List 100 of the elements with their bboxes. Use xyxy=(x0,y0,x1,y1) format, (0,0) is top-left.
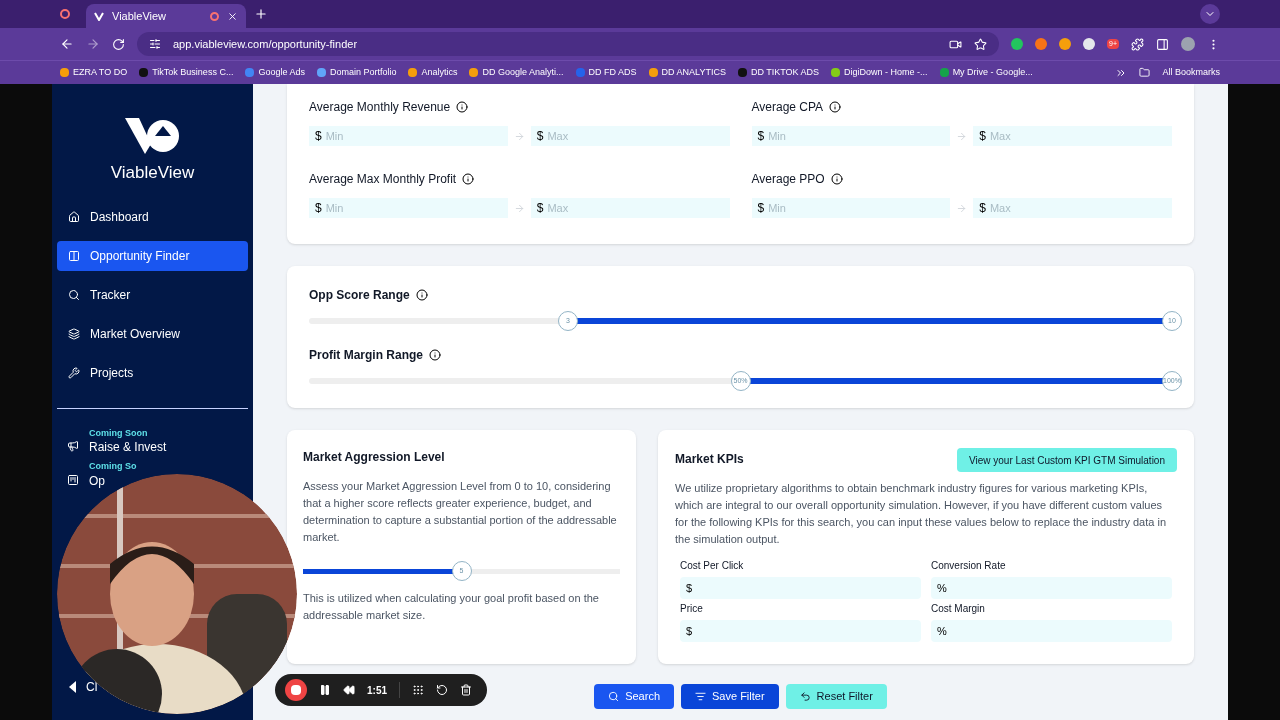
filter-label: Average CPA xyxy=(751,99,824,116)
browser-tab[interactable]: ViableView xyxy=(86,4,246,28)
currency-symbol: $ xyxy=(309,126,326,146)
range-label: Opp Score Range xyxy=(309,287,410,304)
min-field[interactable]: Min xyxy=(768,198,951,218)
layers-icon xyxy=(68,327,80,340)
nav-item[interactable]: Market Overview xyxy=(57,318,248,349)
profile-avatar[interactable] xyxy=(1181,37,1195,51)
currency-symbol: $ xyxy=(530,126,548,146)
info-icon[interactable] xyxy=(830,173,843,185)
bookmark-link[interactable]: Domain Portfolio xyxy=(329,65,397,80)
max-field[interactable]: Max xyxy=(989,126,1172,146)
board-icon xyxy=(67,473,79,486)
unit-symbol: $ xyxy=(680,620,697,642)
extension-icon[interactable] xyxy=(1059,38,1071,50)
bookmark-link[interactable]: My Drive - Google... xyxy=(952,65,1033,80)
extension-icon[interactable] xyxy=(1035,38,1047,50)
field-label: Price xyxy=(680,602,704,616)
bookmark-link[interactable]: Google Ads xyxy=(258,65,305,80)
grid-icon[interactable] xyxy=(412,684,424,696)
field-label: Conversion Rate xyxy=(931,559,1007,573)
brand-name: ViableView xyxy=(110,162,195,184)
field-label: Cost Per Click xyxy=(680,559,745,573)
max-field[interactable]: Max xyxy=(547,126,730,146)
coming-soon-label: Coming Soon xyxy=(89,426,148,440)
undo-icon xyxy=(799,691,811,702)
nav-item[interactable]: Tracker xyxy=(57,279,248,310)
pause-icon[interactable] xyxy=(319,684,331,696)
star-icon[interactable] xyxy=(974,37,987,51)
side-panel-icon[interactable] xyxy=(1156,37,1169,51)
home-icon xyxy=(68,210,80,223)
currency-symbol: $ xyxy=(973,198,990,218)
columns-icon xyxy=(68,249,80,262)
rewind-icon[interactable] xyxy=(343,684,355,696)
currency-symbol: $ xyxy=(751,198,769,218)
info-icon[interactable] xyxy=(829,101,842,113)
action-button[interactable]: Search xyxy=(594,684,674,709)
filter-label: Average Max Monthly Profit xyxy=(309,171,457,188)
action-button[interactable]: Save Filter xyxy=(681,684,779,709)
back-icon[interactable] xyxy=(60,37,74,51)
max-field[interactable]: Max xyxy=(989,198,1172,218)
new-tab-icon[interactable] xyxy=(254,7,268,21)
currency-symbol: $ xyxy=(751,126,769,146)
min-field[interactable]: Min xyxy=(325,126,508,146)
info-icon[interactable] xyxy=(429,349,441,361)
folder-icon xyxy=(1139,67,1151,78)
range-label: Profit Margin Range xyxy=(309,347,423,364)
bookmark-link[interactable]: DigiDown - Home -... xyxy=(844,65,928,80)
bookmark-link[interactable]: Analytics xyxy=(421,65,458,80)
collapse-label[interactable]: Cl xyxy=(86,678,98,696)
coming-soon-label: Coming So xyxy=(89,460,137,473)
wrench-icon xyxy=(68,366,80,379)
card-description: Assess your Market Aggression Level from 0 to 10, considering that a higher score reflects greater experience, budget, and determination to capture a substantial portion of the addressable market. xyxy=(303,479,618,545)
search-icon xyxy=(68,288,80,301)
info-icon[interactable] xyxy=(456,101,469,113)
close-icon[interactable] xyxy=(227,10,238,22)
extension-icon[interactable] xyxy=(1011,38,1023,50)
bookmark-link[interactable]: DD ANALYTICS xyxy=(661,65,726,80)
min-field[interactable]: Min xyxy=(325,198,508,218)
reload-icon[interactable] xyxy=(112,37,125,51)
megaphone-icon xyxy=(67,440,79,453)
bookmark-link[interactable]: DD FD ADS xyxy=(588,65,637,80)
currency-symbol: $ xyxy=(973,126,990,146)
arrow-icon xyxy=(513,130,525,142)
min-field[interactable]: Min xyxy=(768,126,951,146)
arrow-icon xyxy=(956,202,968,214)
action-button[interactable]: Reset Filter xyxy=(785,684,887,709)
stop-button[interactable] xyxy=(285,679,307,701)
nav-item[interactable]: Raise & Invest xyxy=(89,440,167,454)
card-description: We utilize proprietary algorithms to obtain benchmark industry figures for various marketing KPIs, which are integral to our overall opportunity simulation. However, if you have different custom values for the following KPIs for this search, you can input these values below to replace the industry data in the simulation output. xyxy=(675,481,1167,547)
nav-item[interactable]: Opportunity Finder xyxy=(57,240,248,271)
search-icon xyxy=(608,691,620,702)
info-icon[interactable] xyxy=(462,173,475,185)
bookmark-link[interactable]: EZRA TO DO xyxy=(73,65,128,80)
record-icon xyxy=(210,11,219,21)
arrow-icon xyxy=(513,202,525,214)
bookmark-link[interactable]: TikTok Business C... xyxy=(152,65,234,80)
unit-symbol: $ xyxy=(680,577,697,599)
unit-symbol: % xyxy=(931,577,951,599)
nav-item[interactable]: Projects xyxy=(57,357,248,388)
site-settings-icon[interactable] xyxy=(149,38,161,50)
nav-item[interactable]: Dashboard xyxy=(57,201,248,232)
bookmark-link[interactable]: DD TIKTOK ADS xyxy=(750,65,820,80)
bookmark-link[interactable]: All Bookmarks xyxy=(1162,65,1220,80)
simulation-button[interactable]: View your Last Custom KPI GTM Simulation xyxy=(957,448,1177,472)
nav-item[interactable]: Op xyxy=(89,473,105,488)
max-field[interactable]: Max xyxy=(547,198,730,218)
arrow-icon xyxy=(956,130,968,142)
delete-icon[interactable] xyxy=(460,684,472,696)
field-label: Cost Margin xyxy=(931,602,986,616)
bookmark-link[interactable]: DD Google Analyti... xyxy=(482,65,564,80)
unit-symbol: % xyxy=(931,620,951,642)
tab-title: ViableView xyxy=(112,8,168,24)
extension-icon[interactable] xyxy=(1083,38,1095,50)
extensions-icon[interactable] xyxy=(1131,37,1144,51)
address-bar[interactable]: app.viableview.com/opportunity-finder xyxy=(173,35,358,53)
currency-symbol: $ xyxy=(530,198,548,218)
info-icon[interactable] xyxy=(415,289,428,301)
collapse-icon[interactable] xyxy=(69,681,76,693)
restart-icon[interactable] xyxy=(436,684,448,696)
